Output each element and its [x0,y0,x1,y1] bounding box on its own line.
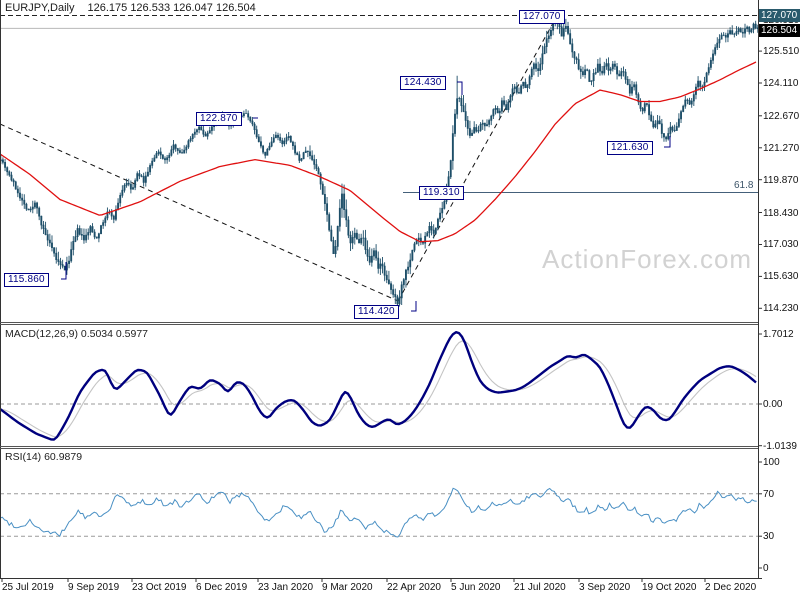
rsi-panel[interactable] [0,448,758,578]
macd-panel[interactable] [0,325,758,447]
chart-window: ActionForex.com EURJPY,Daily 126.175 126.… [0,0,800,600]
price-axis[interactable] [758,0,800,578]
price-panel[interactable] [0,0,758,322]
time-axis[interactable] [0,578,758,600]
